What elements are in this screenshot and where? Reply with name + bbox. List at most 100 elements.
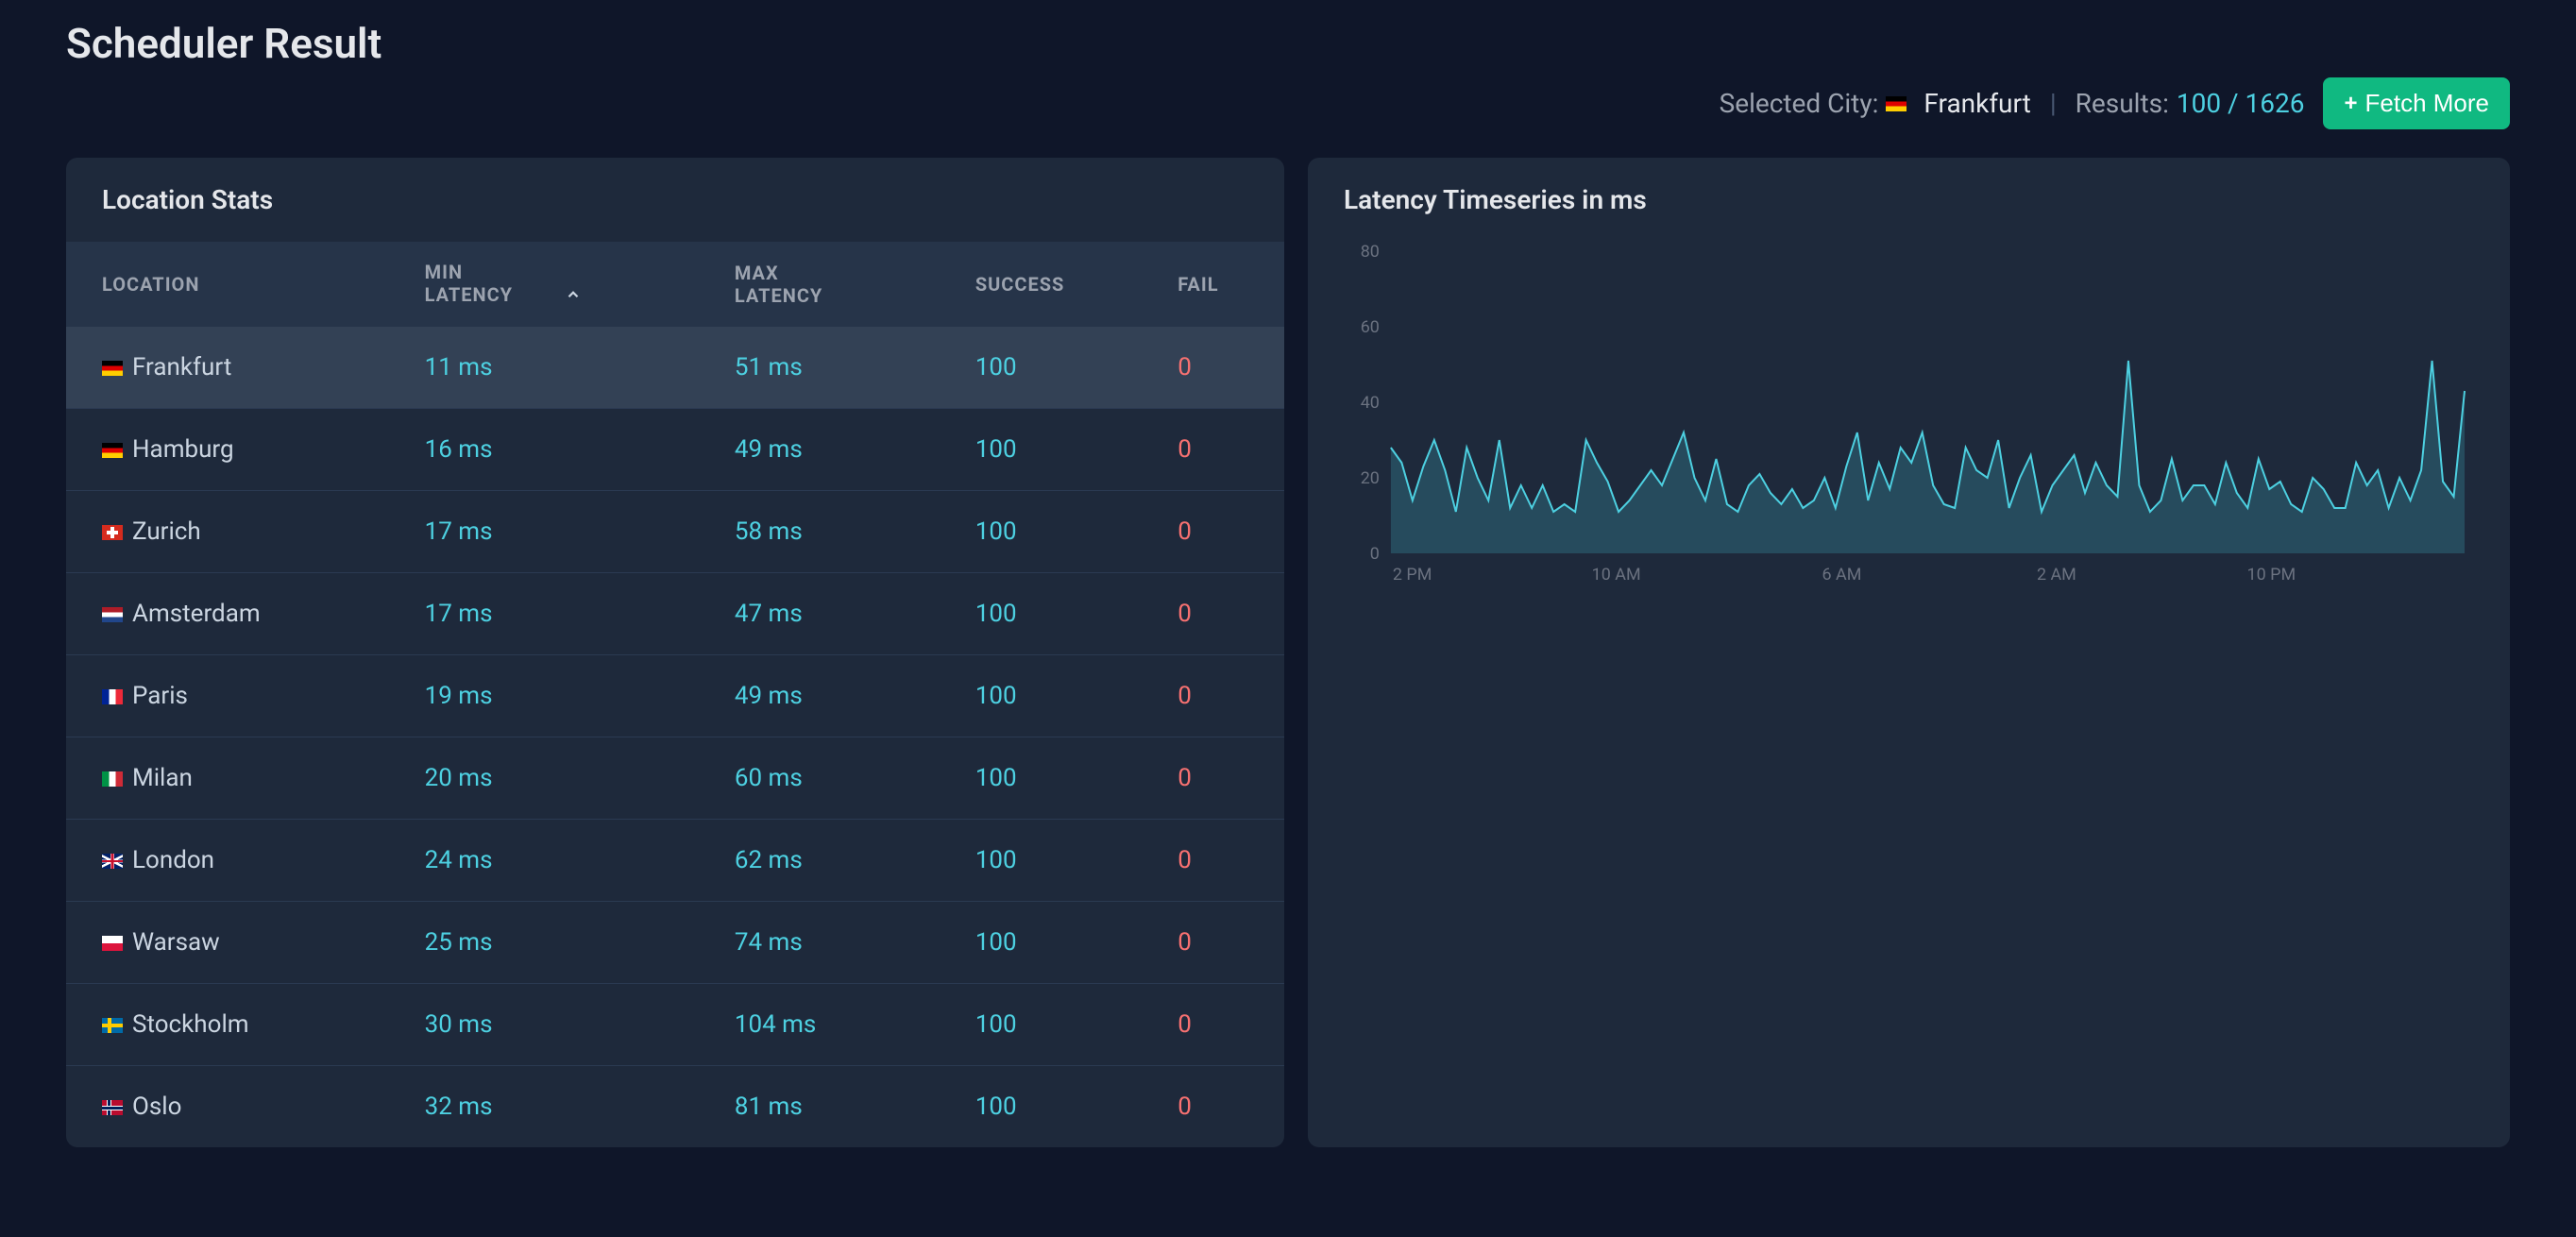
location-name: Zurich: [132, 517, 201, 546]
selected-city-name: Frankfurt: [1924, 88, 2030, 119]
cell-max-latency: 58 ms: [716, 490, 957, 572]
flag-icon: [102, 936, 123, 951]
location-name: Oslo: [132, 1093, 181, 1121]
cell-min-latency: 25 ms: [406, 901, 716, 983]
cell-fail: 0: [1159, 572, 1284, 654]
cell-min-latency: 11 ms: [406, 327, 716, 409]
table-row[interactable]: Warsaw 25 ms74 ms1000: [66, 901, 1284, 983]
cell-fail: 0: [1159, 490, 1284, 572]
cell-location: Amsterdam: [66, 572, 406, 654]
cell-fail: 0: [1159, 327, 1284, 409]
flag-icon: [102, 689, 123, 704]
svg-text:60: 60: [1361, 317, 1380, 337]
table-row[interactable]: Paris19 ms49 ms1000: [66, 654, 1284, 737]
flag-icon: [102, 607, 123, 622]
svg-text:80: 80: [1361, 242, 1380, 262]
fetch-more-label: Fetch More: [2365, 89, 2490, 118]
location-name: London: [132, 846, 214, 874]
col-fail[interactable]: FAIL: [1159, 242, 1284, 327]
results-toolbar: Selected City: Frankfurt | Results: 100 …: [66, 77, 2510, 129]
cell-min-latency: 16 ms: [406, 408, 716, 490]
flag-icon: [102, 1100, 123, 1115]
location-name: Amsterdam: [132, 600, 261, 628]
cell-min-latency: 20 ms: [406, 737, 716, 819]
cell-location: Hamburg: [66, 408, 406, 490]
fetch-more-button[interactable]: + Fetch More: [2323, 77, 2510, 129]
cell-max-latency: 49 ms: [716, 408, 957, 490]
flag-icon: [1886, 96, 1907, 111]
col-min-latency[interactable]: MIN LATENCY: [406, 242, 716, 327]
flag-icon: [102, 1018, 123, 1033]
location-name: Milan: [132, 764, 193, 792]
table-row[interactable]: Amsterdam 17 ms47 ms1000: [66, 572, 1284, 654]
cell-fail: 0: [1159, 983, 1284, 1065]
latency-chart: 0204060802 PM10 AM6 AM2 AM10 PM: [1308, 242, 2510, 1147]
svg-text:20: 20: [1361, 468, 1380, 488]
cell-fail: 0: [1159, 408, 1284, 490]
sort-asc-icon: [565, 285, 582, 308]
table-row[interactable]: Oslo32 ms81 ms1000: [66, 1065, 1284, 1147]
col-max-latency-label: MAX LATENCY: [735, 262, 848, 307]
cell-min-latency: 17 ms: [406, 572, 716, 654]
cell-min-latency: 19 ms: [406, 654, 716, 737]
svg-text:40: 40: [1361, 393, 1380, 413]
latency-chart-panel: Latency Timeseries in ms 0 20 40 60 80 2 PM 10…: [1308, 158, 2510, 1147]
cell-location: Frankfurt: [66, 327, 406, 409]
cell-location: London: [66, 819, 406, 901]
plus-icon: +: [2344, 91, 2357, 117]
cell-success: 100: [957, 819, 1159, 901]
cell-location: Stockholm: [66, 983, 406, 1065]
cell-success: 100: [957, 654, 1159, 737]
cell-min-latency: 17 ms: [406, 490, 716, 572]
col-location[interactable]: LOCATION: [66, 242, 406, 327]
divider: |: [2050, 88, 2057, 119]
col-success[interactable]: SUCCESS: [957, 242, 1159, 327]
svg-text:10 PM: 10 PM: [2247, 565, 2296, 585]
location-name: Warsaw: [132, 928, 220, 957]
panel-title: Latency Timeseries in ms: [1308, 158, 2510, 242]
svg-text:10 AM: 10 AM: [1592, 565, 1641, 585]
table-row[interactable]: Hamburg 16 ms49 ms1000: [66, 408, 1284, 490]
flag-icon: [102, 854, 123, 869]
cell-max-latency: 74 ms: [716, 901, 957, 983]
table-row[interactable]: Frankfurt 11 ms51 ms1000: [66, 327, 1284, 409]
table-row[interactable]: Stockholm30 ms104 ms1000: [66, 983, 1284, 1065]
cell-fail: 0: [1159, 737, 1284, 819]
cell-success: 100: [957, 327, 1159, 409]
flag-icon: [102, 443, 123, 458]
location-name: Hamburg: [132, 435, 234, 464]
page-title: Scheduler Result: [66, 19, 381, 68]
cell-max-latency: 60 ms: [716, 737, 957, 819]
cell-success: 100: [957, 490, 1159, 572]
svg-text:0: 0: [1370, 544, 1380, 564]
cell-max-latency: 49 ms: [716, 654, 957, 737]
cell-fail: 0: [1159, 654, 1284, 737]
cell-max-latency: 47 ms: [716, 572, 957, 654]
cell-max-latency: 81 ms: [716, 1065, 957, 1147]
location-stats-panel: Location Stats LOCATION MIN LATENCY MAX …: [66, 158, 1284, 1147]
panel-title: Location Stats: [66, 158, 1284, 242]
selected-city: Frankfurt: [1886, 88, 2030, 119]
results-label: Results:: [2076, 88, 2169, 119]
table-row[interactable]: Zurich 17 ms58 ms1000: [66, 490, 1284, 572]
location-name: Stockholm: [132, 1010, 249, 1039]
svg-text:2 PM: 2 PM: [1393, 565, 1432, 585]
cell-max-latency: 51 ms: [716, 327, 957, 409]
svg-text:6 AM: 6 AM: [1822, 565, 1862, 585]
location-name: Frankfurt: [132, 353, 231, 381]
col-max-latency[interactable]: MAX LATENCY: [716, 242, 957, 327]
table-row[interactable]: London24 ms62 ms1000: [66, 819, 1284, 901]
cell-fail: 0: [1159, 1065, 1284, 1147]
cell-success: 100: [957, 408, 1159, 490]
cell-location: Oslo: [66, 1065, 406, 1147]
table-row[interactable]: Milan20 ms60 ms1000: [66, 737, 1284, 819]
cell-max-latency: 62 ms: [716, 819, 957, 901]
cell-success: 100: [957, 983, 1159, 1065]
cell-fail: 0: [1159, 901, 1284, 983]
cell-success: 100: [957, 572, 1159, 654]
cell-success: 100: [957, 1065, 1159, 1147]
flag-icon: [102, 525, 123, 540]
results-count: 100 / 1626: [2177, 88, 2305, 119]
col-min-latency-label: MIN LATENCY: [425, 261, 538, 306]
cell-success: 100: [957, 901, 1159, 983]
